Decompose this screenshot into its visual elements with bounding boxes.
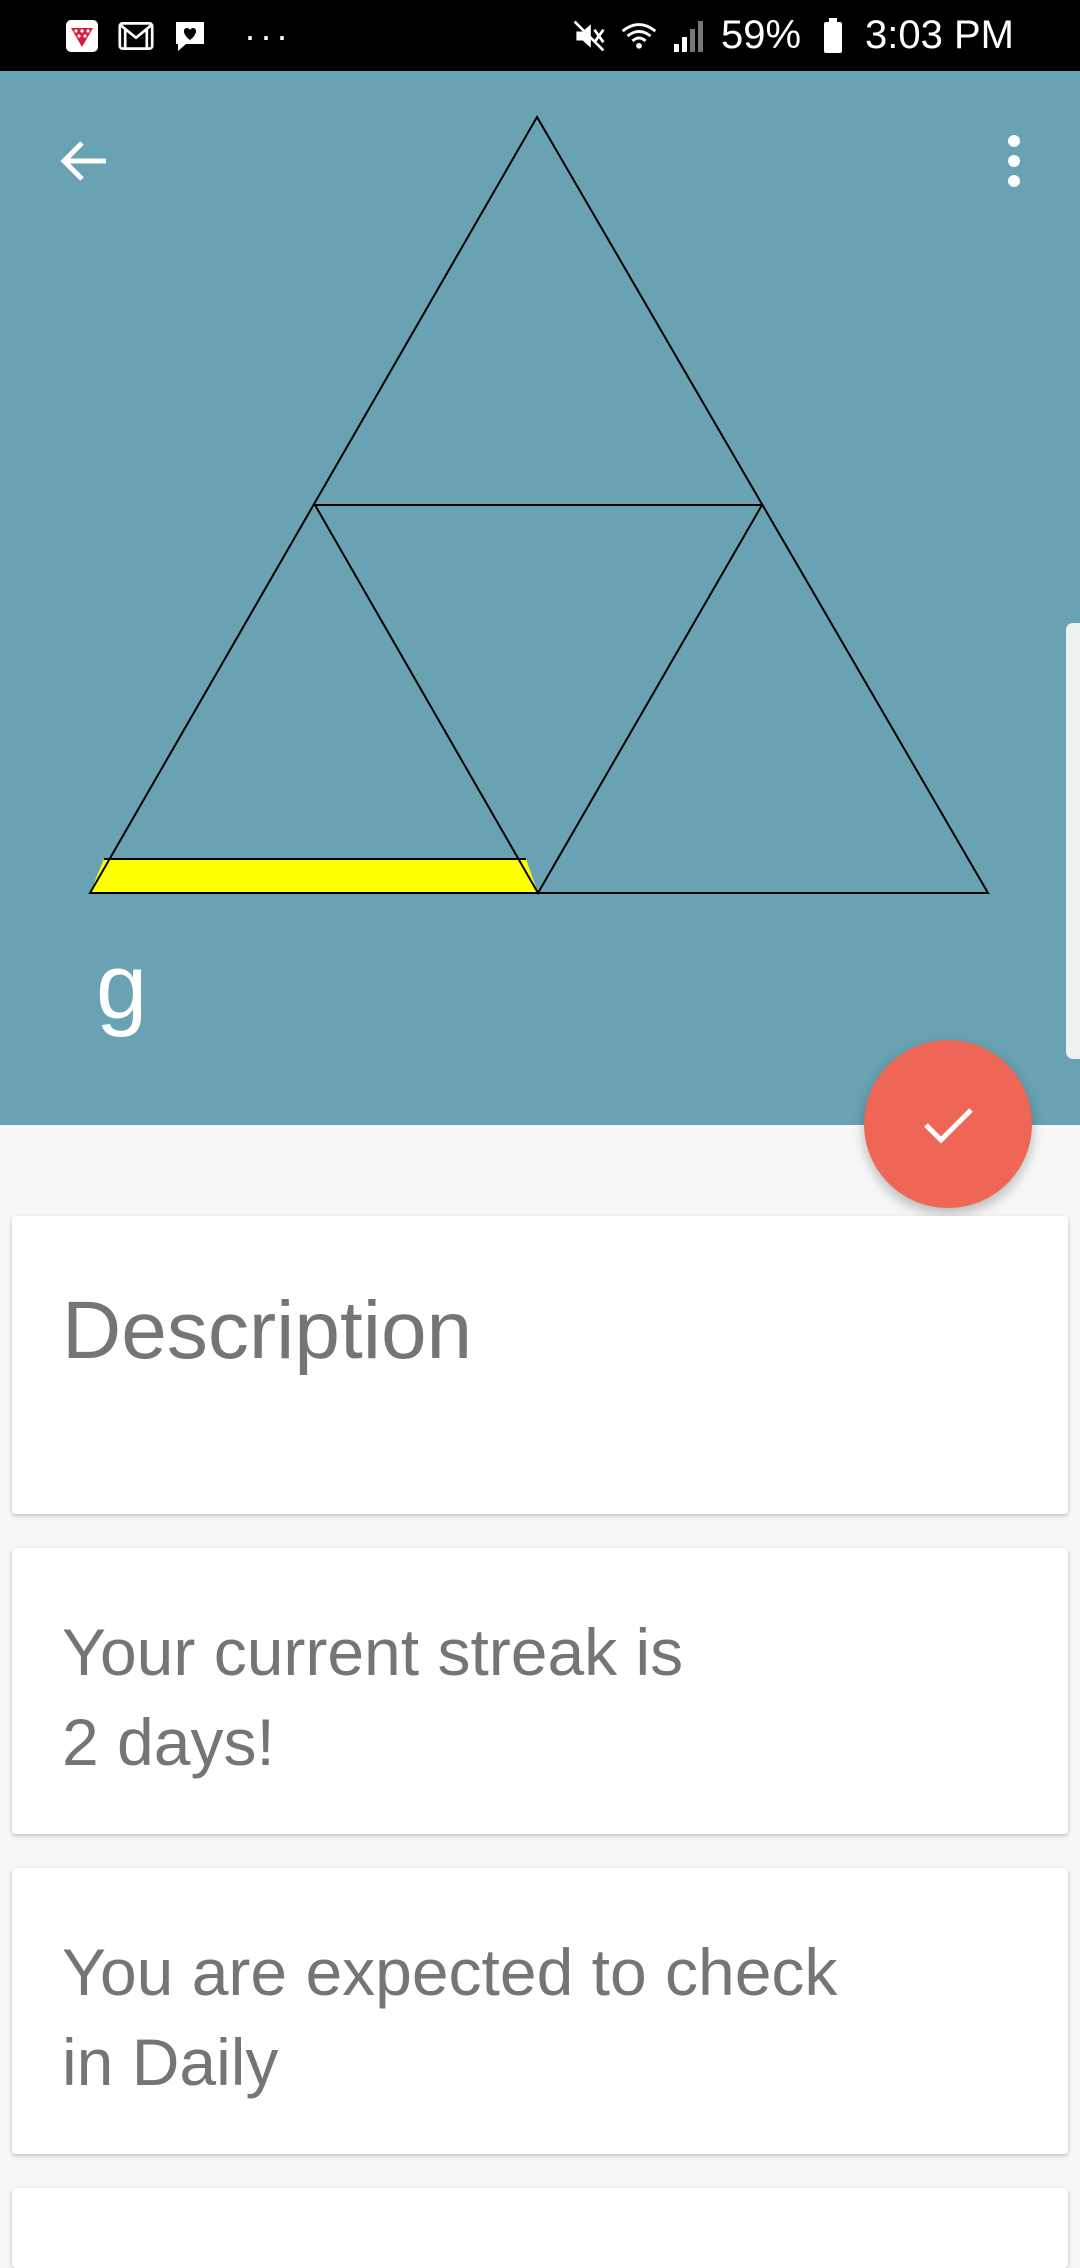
triforce-progress-graphic [88, 115, 990, 896]
frequency-card: You are expected to check in Daily [12, 1868, 1068, 2154]
status-bar: ··· 59% 3:03 PM [0, 0, 1080, 71]
description-card[interactable]: Description [12, 1216, 1068, 1514]
arrow-back-icon [60, 141, 106, 181]
streak-text: Your current streak is 2 days! [62, 1608, 982, 1788]
frequency-line-1: You are expected to check [62, 1935, 838, 2009]
clock: 3:03 PM [865, 13, 1014, 57]
frequency-line-2: in Daily [62, 2024, 279, 2099]
streak-card: Your current streak is 2 days! [12, 1548, 1068, 1834]
more-notifications-indicator: ··· [244, 14, 292, 56]
status-system: 59% 3:03 PM [571, 13, 1014, 58]
app-notification-icon [64, 18, 100, 54]
check-icon [924, 1108, 973, 1144]
wifi-icon [621, 18, 657, 54]
streak-line-2: 2 days! [62, 1704, 275, 1779]
triforce-inner [313, 504, 764, 896]
gmail-icon [118, 18, 154, 54]
battery-percentage: 59% [720, 13, 802, 57]
progress-highlight [90, 859, 538, 893]
next-card-partial [12, 2188, 1068, 2268]
more-vert-icon [1008, 135, 1020, 187]
signal-icon [671, 18, 707, 54]
habit-header: g [0, 71, 1080, 1125]
habit-name: g [96, 936, 148, 1038]
battery-icon [815, 17, 851, 54]
scrollbar[interactable] [1066, 623, 1080, 1059]
messages-icon [172, 18, 208, 54]
status-notifications: ··· [64, 14, 292, 56]
more-options-button[interactable] [978, 125, 1050, 197]
mute-icon [571, 18, 607, 54]
description-placeholder: Description [62, 1285, 473, 1376]
streak-line-1: Your current streak is [62, 1615, 684, 1689]
check-in-button[interactable] [864, 1040, 1032, 1208]
frequency-text: You are expected to check in Daily [62, 1928, 982, 2108]
back-button[interactable] [48, 125, 120, 197]
